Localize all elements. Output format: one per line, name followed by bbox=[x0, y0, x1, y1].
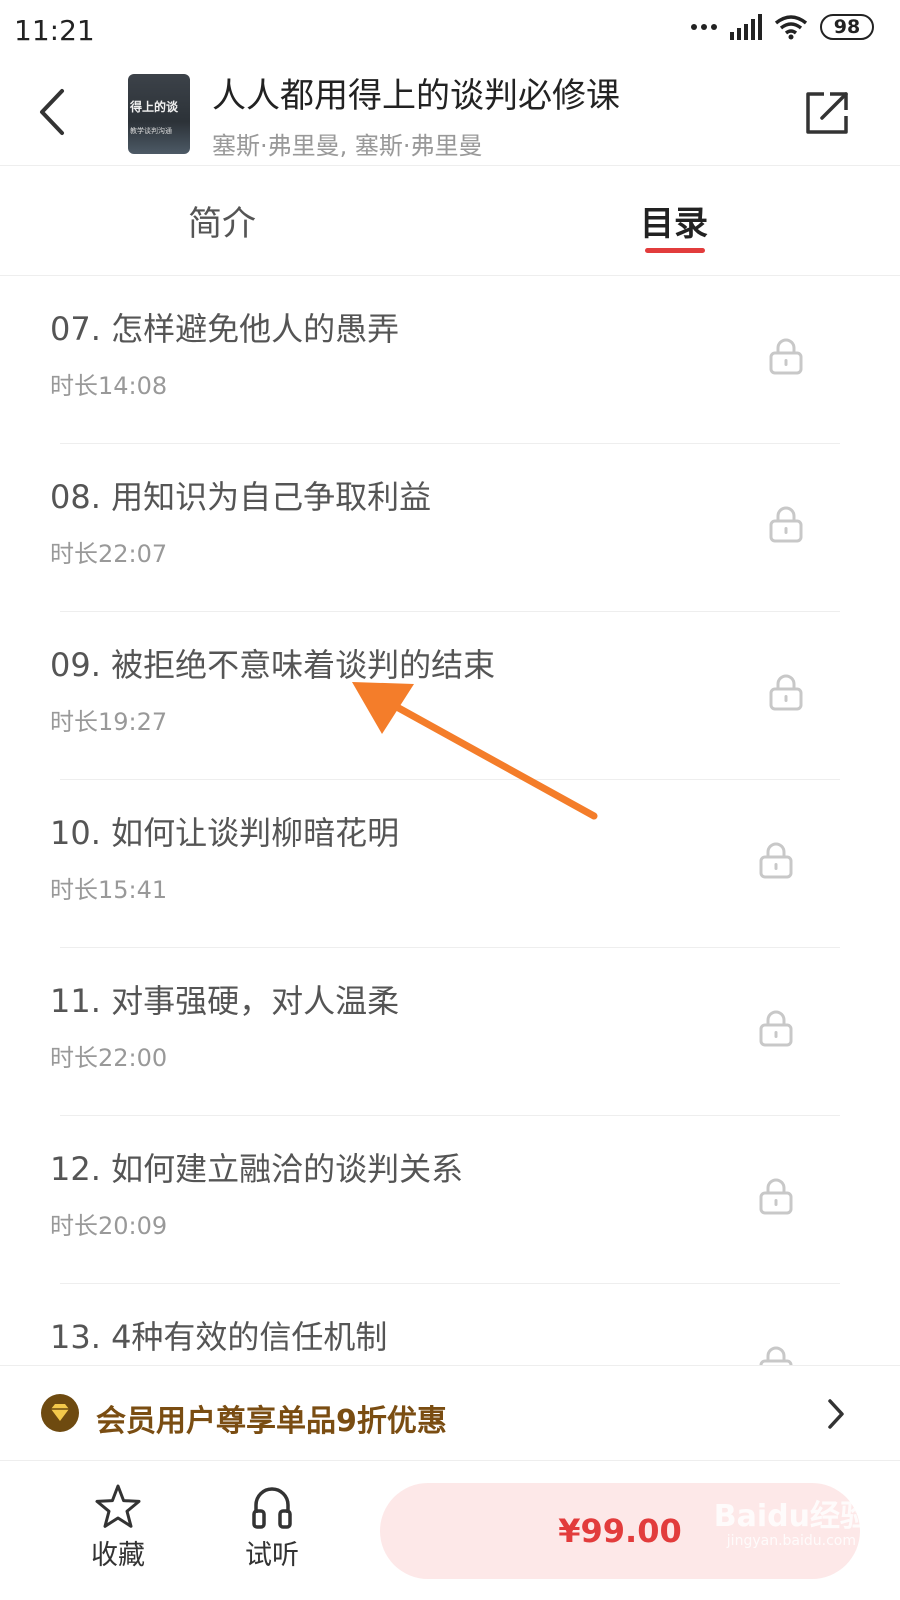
chevron-right-icon bbox=[828, 1399, 844, 1429]
share-button[interactable] bbox=[802, 88, 852, 138]
lock-icon bbox=[769, 338, 803, 375]
chapter-title: 12. 如何建立融洽的谈判关系 bbox=[50, 1150, 464, 1188]
price-text: ¥99.00 bbox=[558, 1512, 682, 1550]
chapter-list[interactable]: 07. 怎样避免他人的愚弄 时长14:08 08. 用知识为自己争取利益 时长2… bbox=[0, 276, 900, 1365]
status-time: 11:21 bbox=[14, 14, 95, 47]
tab-toc[interactable]: 目录 bbox=[640, 196, 708, 245]
watermark-text: Baidu经验 bbox=[713, 1499, 870, 1534]
favorite-label: 收藏 bbox=[91, 1540, 145, 1571]
trial-listen-button[interactable]: 试听 bbox=[212, 1483, 332, 1583]
lock-icon bbox=[769, 674, 803, 711]
chapter-duration: 时长22:07 bbox=[50, 540, 168, 568]
header: 得上的谈 教学谈判沟通 人人都用得上的谈判必修课 塞斯·弗里曼, 塞斯·弗里曼 bbox=[0, 62, 900, 166]
active-tab-indicator bbox=[645, 248, 705, 253]
battery-indicator: 98 bbox=[820, 14, 874, 40]
lock-icon bbox=[759, 842, 793, 879]
vip-banner[interactable]: 会员用户尊享单品9折优惠 bbox=[0, 1365, 900, 1461]
favorite-button[interactable]: 收藏 bbox=[58, 1483, 178, 1583]
book-cover: 得上的谈 教学谈判沟通 bbox=[128, 74, 190, 154]
chapter-duration: 时长19:27 bbox=[50, 708, 168, 736]
list-item[interactable]: 08. 用知识为自己争取利益 时长22:07 bbox=[0, 444, 900, 612]
chapter-duration: 时长15:41 bbox=[50, 876, 168, 904]
vip-banner-text: 会员用户尊享单品9折优惠 bbox=[96, 1404, 447, 1439]
diamond-icon bbox=[41, 1394, 79, 1432]
share-icon bbox=[806, 92, 848, 134]
list-item[interactable]: 10. 如何让谈判柳暗花明 时长15:41 bbox=[0, 780, 900, 948]
cover-title-text: 得上的谈 bbox=[130, 100, 179, 114]
chapter-duration: 时长20:09 bbox=[50, 1212, 168, 1240]
wifi-icon bbox=[774, 15, 808, 40]
book-author: 塞斯·弗里曼, 塞斯·弗里曼 bbox=[212, 132, 483, 160]
page-title: 人人都用得上的谈判必修课 bbox=[212, 76, 620, 116]
lock-icon bbox=[759, 1178, 793, 1215]
signal-icon bbox=[730, 14, 762, 40]
cover-sub-text: 教学谈判沟通 bbox=[130, 127, 172, 135]
star-icon bbox=[95, 1484, 141, 1528]
chapter-title: 13. 4种有效的信任机制 bbox=[50, 1318, 388, 1356]
list-item[interactable]: 09. 被拒绝不意味着谈判的结束 时长19:27 bbox=[0, 612, 900, 780]
chevron-left-icon bbox=[40, 89, 64, 135]
dots-icon bbox=[691, 24, 717, 30]
status-icons: 98 bbox=[690, 14, 874, 40]
back-button[interactable] bbox=[32, 84, 72, 140]
tab-bar: 简介 目录 bbox=[0, 166, 900, 276]
chapter-duration: 时长14:08 bbox=[50, 372, 168, 400]
watermark-subtext: jingyan.baidu.com bbox=[726, 1533, 856, 1549]
lock-icon bbox=[759, 1010, 793, 1047]
bottom-bar: 收藏 试听 ¥99.00 Baidu经验 jingyan.baidu.com bbox=[0, 1461, 900, 1600]
lock-icon bbox=[769, 506, 803, 543]
chapter-title: 08. 用知识为自己争取利益 bbox=[50, 478, 432, 516]
list-item[interactable]: 11. 对事强硬，对人温柔 时长22:00 bbox=[0, 948, 900, 1116]
trial-label: 试听 bbox=[245, 1540, 299, 1571]
chapter-title: 09. 被拒绝不意味着谈判的结束 bbox=[50, 646, 496, 684]
chapter-title: 11. 对事强硬，对人温柔 bbox=[50, 982, 400, 1020]
list-item[interactable]: 12. 如何建立融洽的谈判关系 时长20:09 bbox=[0, 1116, 900, 1284]
list-item[interactable]: 13. 4种有效的信任机制 bbox=[0, 1284, 900, 1365]
chapter-title: 10. 如何让谈判柳暗花明 bbox=[50, 814, 400, 852]
status-bar: 11:21 98 bbox=[0, 0, 900, 62]
list-item[interactable]: 07. 怎样避免他人的愚弄 时长14:08 bbox=[0, 276, 900, 444]
headphones-icon bbox=[252, 1487, 292, 1529]
tab-intro[interactable]: 简介 bbox=[188, 196, 256, 245]
lock-icon bbox=[759, 1346, 793, 1365]
chapter-duration: 时长22:00 bbox=[50, 1044, 168, 1072]
chapter-title: 07. 怎样避免他人的愚弄 bbox=[50, 310, 400, 348]
